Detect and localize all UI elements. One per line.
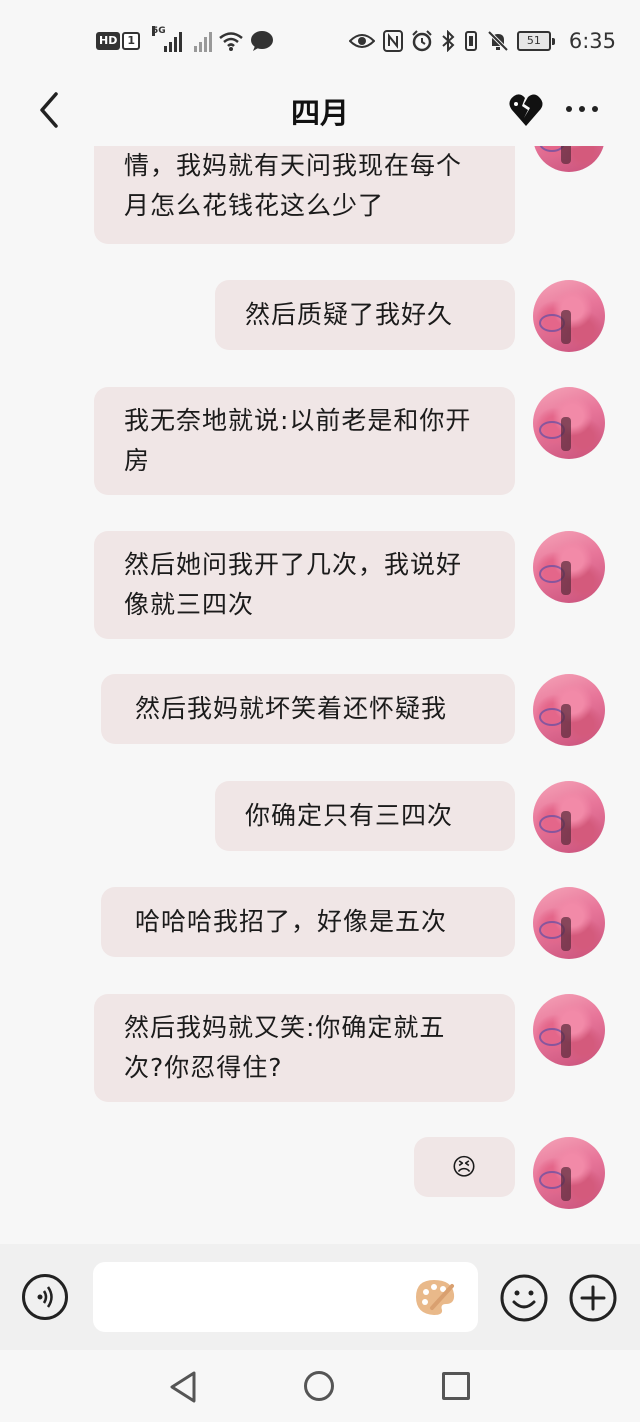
battery-icon: 51 — [516, 31, 555, 51]
input-bar — [0, 1244, 640, 1350]
clock-time: 6:35 — [568, 29, 616, 53]
wifi-icon — [219, 32, 243, 51]
status-right: 51 6:35 — [348, 28, 616, 54]
vibrate-icon — [464, 31, 477, 51]
message-text: 然后她问我开了几次，我说好像就三四次 — [124, 550, 463, 619]
message-text: 哈哈哈我招了，好像是五次 — [135, 907, 448, 936]
message-text: 你确定只有三四次 — [245, 801, 454, 830]
message-text: 然后质疑了我好久 — [245, 300, 454, 329]
avatar[interactable] — [533, 531, 605, 603]
broken-heart-icon[interactable] — [508, 92, 544, 128]
alarm-icon — [412, 30, 432, 52]
message-bubble[interactable]: 然后质疑了我好久 — [215, 280, 515, 350]
message-bubble[interactable]: 你确定只有三四次 — [215, 781, 515, 851]
status-bar: HD 1 5G 51 6:35 — [0, 0, 640, 80]
system-nav-bar — [0, 1350, 640, 1422]
plus-icon[interactable] — [569, 1274, 617, 1322]
voice-icon[interactable] — [22, 1274, 68, 1320]
message-bubble[interactable]: 情，我妈就有天问我现在每个月怎么花钱花这么少了 — [94, 146, 515, 244]
bluetooth-icon — [442, 30, 455, 52]
avatar[interactable] — [533, 280, 605, 352]
message-bubble[interactable]: 我无奈地就说:以前老是和你开房 — [94, 387, 515, 495]
emoji-icon[interactable] — [500, 1274, 548, 1322]
triangle-back-icon[interactable] — [168, 1370, 198, 1404]
avatar[interactable] — [533, 146, 605, 172]
hd-label: HD — [96, 32, 121, 50]
more-dots-icon[interactable] — [566, 106, 598, 112]
message-bubble[interactable]: 然后我妈就又笑:你确定就五次?你忍得住? — [94, 994, 515, 1102]
avatar[interactable] — [533, 887, 605, 959]
emoji-message: 😣 — [451, 1153, 478, 1181]
status-left: HD 1 5G — [96, 26, 274, 54]
avatar[interactable] — [533, 387, 605, 459]
circle-home-icon[interactable] — [304, 1371, 334, 1401]
signal-no-service-icon — [194, 30, 212, 52]
avatar[interactable] — [533, 674, 605, 746]
chat-title: 四月 — [290, 96, 349, 130]
hd-indicator: HD 1 — [96, 32, 140, 50]
message-text: 情，我妈就有天问我现在每个月怎么花钱花这么少了 — [124, 151, 463, 220]
message-text: 然后我妈就坏笑着还怀疑我 — [135, 694, 448, 723]
avatar[interactable] — [533, 1137, 605, 1209]
sim-label: 1 — [122, 32, 140, 50]
chat-header: 四月 — [0, 80, 640, 146]
signal-5g-icon: 5G — [152, 26, 182, 52]
message-bubble[interactable]: 然后我妈就坏笑着还怀疑我 — [101, 674, 515, 744]
message-bubble[interactable]: 😣 — [414, 1137, 515, 1197]
message-bubble[interactable]: 哈哈哈我招了，好像是五次 — [101, 887, 515, 957]
nfc-icon — [382, 30, 403, 52]
battery-level: 51 — [516, 31, 551, 51]
avatar[interactable] — [533, 781, 605, 853]
message-text: 我无奈地就说:以前老是和你开房 — [124, 406, 472, 475]
network-label: 5G — [152, 26, 166, 36]
avatar[interactable] — [533, 994, 605, 1066]
palette-icon[interactable] — [414, 1278, 456, 1316]
message-bubble-icon — [251, 31, 273, 51]
message-text: 然后我妈就又笑:你确定就五次?你忍得住? — [124, 1013, 446, 1082]
mute-bell-icon — [487, 30, 509, 52]
message-bubble[interactable]: 然后她问我开了几次，我说好像就三四次 — [94, 531, 515, 639]
eye-icon — [348, 34, 375, 48]
square-recent-icon[interactable] — [442, 1372, 470, 1400]
message-list[interactable]: 情，我妈就有天问我现在每个月怎么花钱花这么少了 然后质疑了我好久 我无奈地就说:… — [0, 146, 640, 1244]
